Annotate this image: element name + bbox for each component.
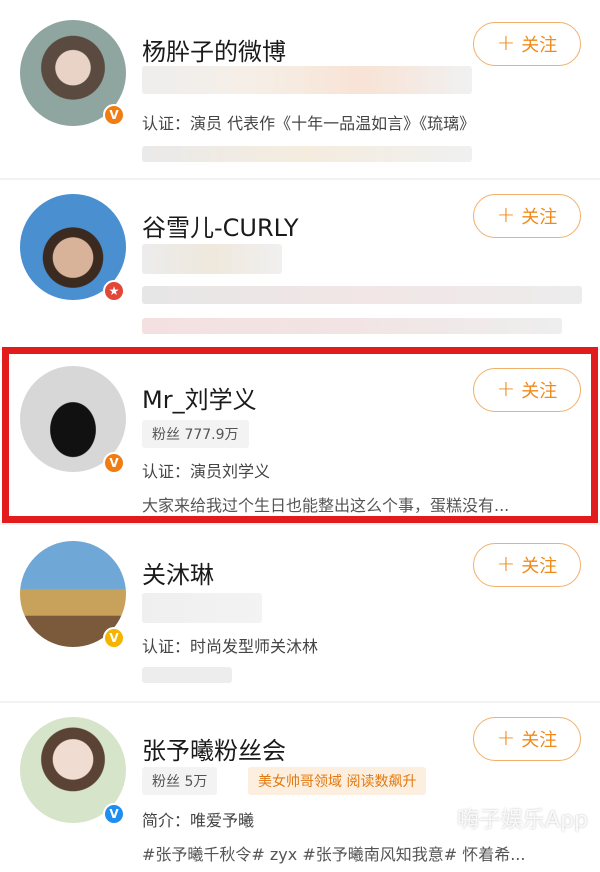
user-card-1[interactable]: V 杨肸子的微博 + 关注 认证：演员 代表作《十年一品温如言》《琉璃》 (0, 0, 600, 178)
red-highlight-box (2, 347, 598, 523)
verified-star-icon: ★ (103, 280, 125, 302)
blurred-desc (142, 146, 472, 162)
follow-button[interactable]: + 关注 (473, 543, 581, 587)
verified-badge-icon: V (103, 104, 125, 126)
blurred-desc (142, 667, 232, 683)
user-card-5[interactable]: V 张予曦粉丝会 + 关注 粉丝 5万 美女帅哥领域 阅读数飙升 简介：唯爱予曦… (0, 703, 600, 872)
plus-icon: + (496, 203, 516, 228)
topics-text: #张予曦千秋令# zyx #张予曦南风知我意# 怀着希... (142, 845, 526, 864)
plus-icon: + (496, 552, 516, 577)
follow-label: 关注 (521, 35, 558, 56)
blurred-fans-pill (142, 66, 472, 94)
follow-label: 关注 (521, 207, 558, 228)
user-name[interactable]: 杨肸子的微博 (142, 32, 286, 67)
verified-badge-icon: V (103, 803, 125, 825)
blurred-desc (142, 318, 562, 334)
watermark: 嗨子娱乐App (457, 808, 588, 833)
follow-label: 关注 (521, 730, 558, 751)
user-card-4[interactable]: V 关沐琳 + 关注 认证：时尚发型师关沐林 (0, 525, 600, 701)
user-name[interactable]: 张予曦粉丝会 (142, 731, 286, 766)
user-name[interactable]: 关沐琳 (142, 555, 214, 590)
user-name[interactable]: 谷雪儿-CURLY (142, 208, 299, 243)
blurred-fans-pill (142, 244, 282, 274)
verified-badge-icon: V (103, 627, 125, 649)
domain-tag: 美女帅哥领域 阅读数飙升 (248, 767, 427, 795)
plus-icon: + (496, 31, 516, 56)
follow-button[interactable]: + 关注 (473, 194, 581, 238)
follow-button[interactable]: + 关注 (473, 22, 581, 66)
plus-icon: + (496, 726, 516, 751)
follow-label: 关注 (521, 556, 558, 577)
auth-text: 认证：时尚发型师关沐林 (142, 637, 319, 656)
auth-text: 认证：演员 代表作《十年一品温如言》《琉璃》 (142, 114, 476, 133)
fans-count-pill: 粉丝 5万 (142, 767, 218, 795)
follow-button[interactable]: + 关注 (473, 717, 581, 761)
intro-text: 简介：唯爱予曦 (142, 811, 255, 830)
blurred-fans-pill (142, 593, 262, 623)
blurred-auth (142, 286, 582, 304)
user-card-2[interactable]: ★ 谷雪儿-CURLY + 关注 (0, 180, 600, 348)
